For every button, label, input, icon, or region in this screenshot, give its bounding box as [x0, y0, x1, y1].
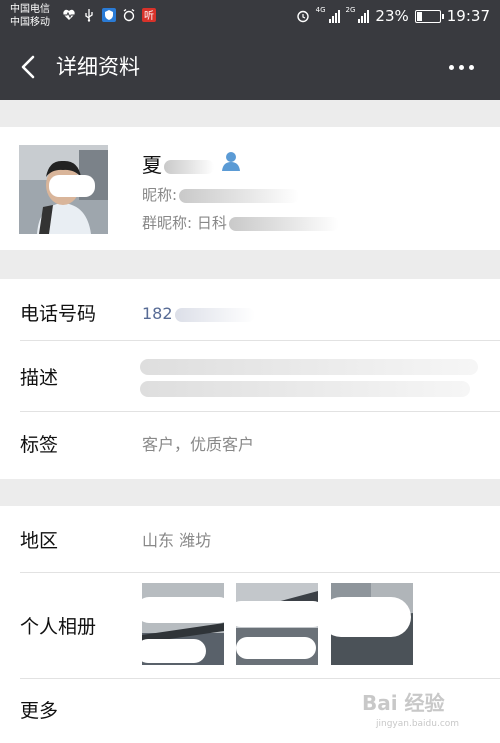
alarm-app-icon	[123, 8, 135, 22]
male-user-icon	[222, 152, 240, 171]
heart-rate-icon	[63, 9, 75, 20]
more-dots-icon[interactable]	[444, 56, 478, 78]
battery-percent: 23%	[375, 7, 409, 25]
signal-icon	[328, 9, 340, 23]
phone-redaction	[174, 307, 255, 322]
tags-row[interactable]: 标签 客户，优质客户	[0, 410, 500, 480]
page-title: 详细资料	[56, 55, 140, 79]
album-photo-2-redaction-2	[236, 637, 316, 659]
nav-bar: 详细资料	[0, 34, 500, 100]
carrier-1: 中国电信	[10, 4, 50, 15]
description-redaction-line2	[140, 381, 470, 397]
battery-icon	[414, 9, 444, 23]
network-type-4g: 4G	[315, 6, 326, 14]
album-photo-1-redaction-2	[142, 639, 206, 663]
contact-name: 夏	[142, 149, 214, 178]
group-nickname: 群昵称: 日科	[142, 212, 339, 233]
region-value: 山东 潍坊	[142, 531, 212, 550]
profile-card: 夏 昵称: 群昵称: 日科	[0, 127, 500, 250]
description-label: 描述	[20, 367, 59, 389]
group-nickname-redaction	[228, 216, 339, 231]
description-redaction-line1	[140, 359, 478, 375]
shield-app-icon	[102, 8, 116, 22]
name-redaction	[164, 159, 214, 174]
region-label: 地区	[20, 530, 59, 552]
clock: 19:37	[446, 7, 490, 25]
phone-value[interactable]: 182	[142, 279, 255, 349]
baidu-jingyan-watermark: Bai 经验 jingyan.baidu.com	[362, 691, 459, 729]
phone-row[interactable]: 电话号码 182	[0, 279, 500, 349]
usb-icon	[85, 9, 93, 22]
signal-icon-2	[358, 9, 370, 23]
watermark-sub: jingyan.baidu.com	[375, 719, 459, 729]
phone-label: 电话号码	[20, 303, 97, 325]
group-nickname-label: 群昵称: 日科	[142, 214, 227, 232]
more-label: 更多	[20, 700, 59, 722]
alarm-clock-icon	[296, 10, 309, 23]
album-photo-1[interactable]	[142, 583, 224, 665]
album-photo-2-redaction	[236, 601, 318, 627]
svg-text:听: 听	[144, 10, 154, 22]
ting-app-icon: 听	[142, 8, 156, 22]
region-row: 地区 山东 潍坊	[0, 506, 500, 576]
nickname-label: 昵称:	[142, 186, 178, 204]
description-row[interactable]: 描述	[0, 343, 500, 413]
carrier-2: 中国移动	[10, 17, 50, 28]
album-photo-2[interactable]	[236, 583, 318, 665]
album-photo-3-redaction	[331, 597, 411, 637]
status-right: 4G 2G 23% 19:37	[296, 7, 490, 25]
phone-number: 182	[142, 304, 173, 323]
avatar-photo	[19, 145, 108, 234]
back-chevron-icon[interactable]	[14, 50, 44, 84]
nickname-redaction	[179, 188, 300, 203]
battery-fill	[416, 11, 422, 21]
tags-label: 标签	[20, 434, 59, 456]
network-type-2g: 2G	[345, 6, 356, 14]
watermark-text: Bai 经验	[362, 691, 445, 715]
album-photo-3[interactable]	[331, 583, 413, 665]
tags-value: 客户，优质客户	[142, 435, 255, 454]
divider	[20, 572, 500, 573]
divider	[20, 340, 500, 341]
nickname: 昵称:	[142, 184, 300, 205]
carrier-info: 中国电信 中国移动	[10, 3, 50, 29]
album-label: 个人相册	[20, 616, 97, 638]
album-photo-1-redaction	[142, 597, 224, 623]
notification-icons: 听	[62, 8, 156, 22]
contact-name-text: 夏	[142, 153, 162, 177]
status-bar: 中国电信 中国移动 听 4G 2G 23% 19:37	[0, 0, 500, 34]
contact-details-card: 电话号码 182 描述 标签 客户，优质客户	[0, 279, 500, 479]
avatar[interactable]	[19, 145, 108, 234]
